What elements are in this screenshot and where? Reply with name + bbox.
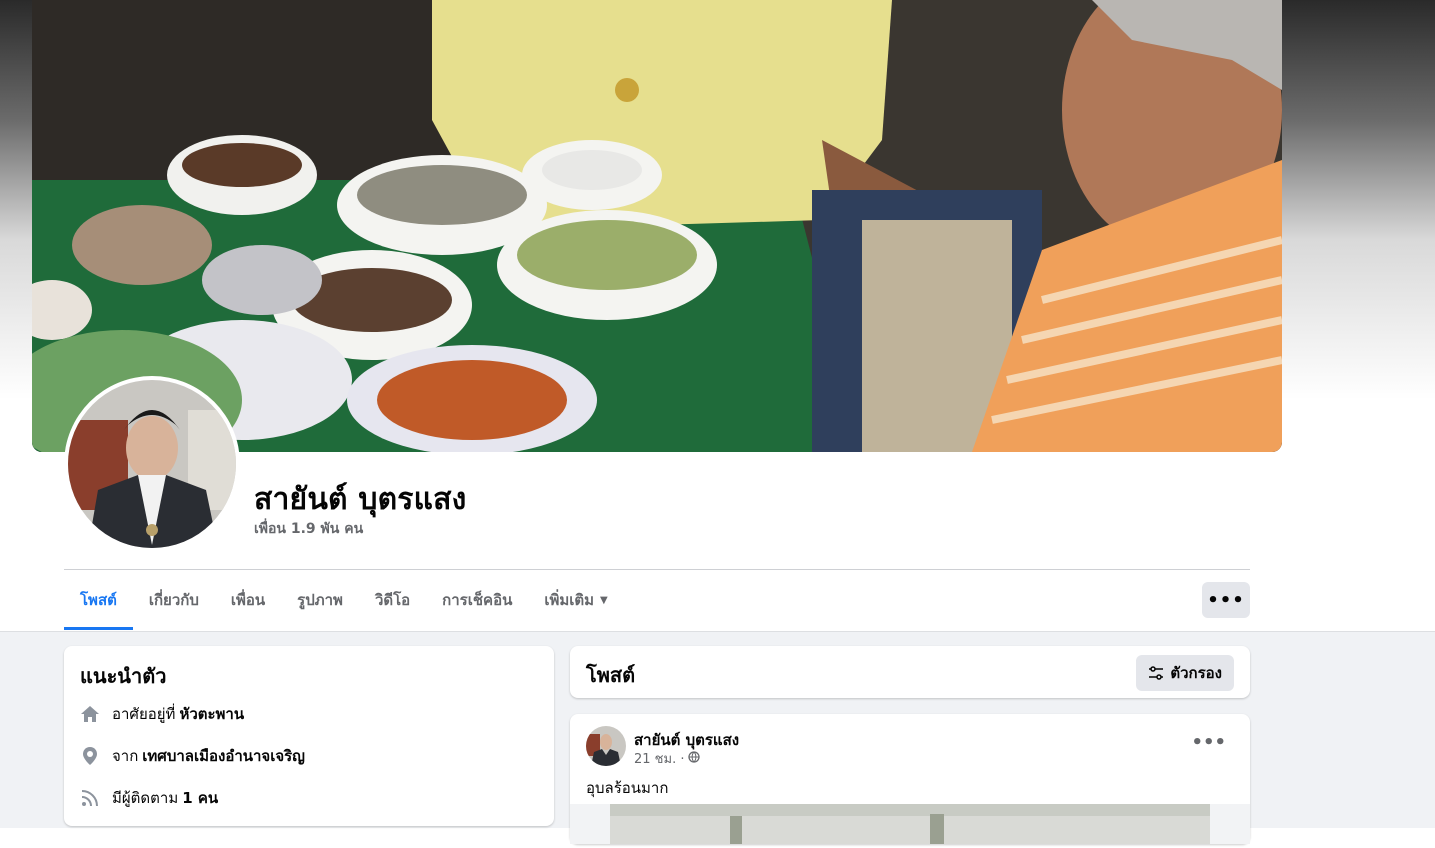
tab-posts-label: โพสต์ [80,591,117,609]
tab-about-label: เกี่ยวกับ [148,591,199,609]
profile-avatar[interactable] [64,376,240,552]
post-time[interactable]: 21 ชม. · [634,748,684,769]
tab-photos-label: รูปภาพ [297,591,343,609]
tab-posts[interactable]: โพสต์ [64,570,133,630]
post-text: อุบลร้อนมาก [586,779,669,797]
tab-more[interactable]: เพิ่มเติม ▼ [528,570,623,630]
intro-from-value[interactable]: เทศบาลเมืองอำนาจเจริญ [142,744,305,768]
intro-title: แนะนำตัว [80,664,167,688]
post-meta: 21 ชม. · [634,748,701,769]
tab-videos-label: วิดีโอ [374,591,411,609]
posts-header-card: โพสต์ ตัวกรอง [570,646,1250,698]
globe-icon [688,750,701,767]
tab-more-label: เพิ่มเติม [544,591,595,609]
tab-about[interactable]: เกี่ยวกับ [133,570,215,630]
tab-photos[interactable]: รูปภาพ [281,570,359,630]
intro-row-followers: มีผู้ติดตาม 1 คน [80,786,218,810]
posts-title: โพสต์ [586,663,636,687]
tab-friends-label: เพื่อน [230,591,266,609]
friends-count[interactable]: เพื่อน 1.9 พัน คน [254,518,363,540]
intro-card: แนะนำตัว อาศัยอยู่ที่ หัวตะพาน จาก เทศบา… [64,646,554,826]
filter-button[interactable]: ตัวกรอง [1136,655,1234,691]
caret-down-icon: ▼ [600,594,608,606]
intro-row-from: จาก เทศบาลเมืองอำนาจเจริญ [80,744,305,768]
profile-more-button[interactable]: ••• [1202,582,1250,618]
rss-icon [80,788,100,808]
post-card: สายันต์ บุตรแสง 21 ชม. · ••• อุบลร้อนมาก [570,714,1250,844]
post-more-button[interactable]: ••• [1191,732,1226,753]
profile-name: สายันต์ บุตรแสง [254,482,467,517]
intro-followers-value[interactable]: 1 คน [182,786,218,810]
intro-lives-value[interactable]: หัวตะพาน [179,702,244,726]
cover-photo[interactable] [32,0,1282,452]
post-author-avatar[interactable] [586,726,626,766]
profile-tabs: โพสต์ เกี่ยวกับ เพื่อน รูปภาพ วิดีโอ การ… [64,570,624,630]
location-pin-icon [80,746,100,766]
intro-row-lives-in: อาศัยอยู่ที่ หัวตะพาน [80,702,244,726]
intro-lives-prefix: อาศัยอยู่ที่ [112,705,176,723]
home-icon [80,704,100,724]
intro-followers-prefix: มีผู้ติดตาม [112,789,179,807]
tab-videos[interactable]: วิดีโอ [359,570,426,630]
tab-checkins[interactable]: การเช็คอิน [426,570,528,630]
tab-friends[interactable]: เพื่อน [215,570,281,630]
post-photo[interactable] [570,804,1250,844]
filter-icon [1149,666,1164,680]
filter-label: ตัวกรอง [1170,664,1222,682]
intro-from-prefix: จาก [112,747,139,765]
tab-checkins-label: การเช็คอิน [442,591,513,609]
